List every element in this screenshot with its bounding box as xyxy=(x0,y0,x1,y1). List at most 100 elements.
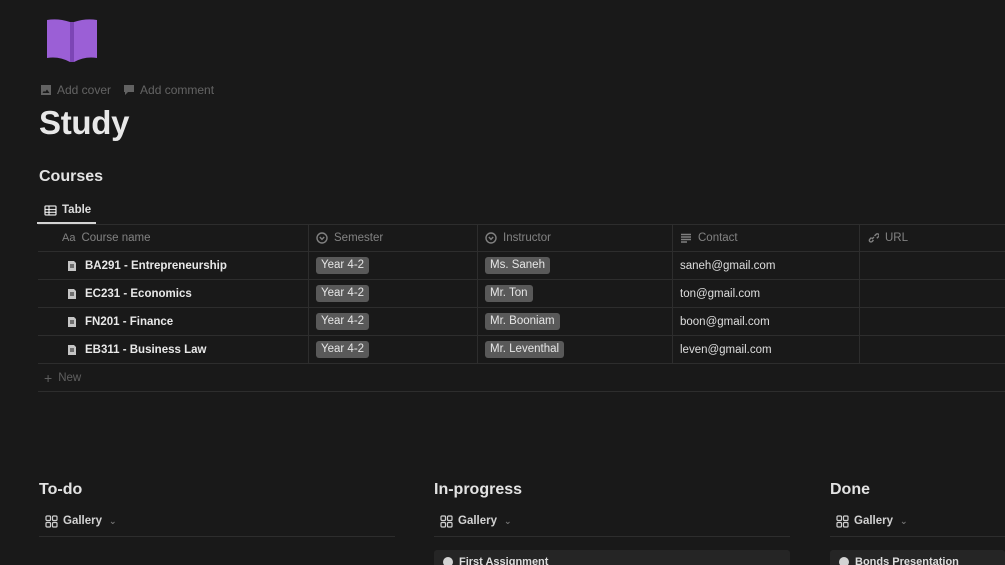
comment-icon xyxy=(124,85,135,95)
course-name-cell[interactable]: BA291 - Entrepreneurship xyxy=(38,252,309,279)
card-title: First Assignment xyxy=(459,556,549,565)
board-title[interactable]: To-do xyxy=(39,481,395,501)
table-header-row: Aa Course name Semester Instructor Conta… xyxy=(38,224,1005,252)
board-title[interactable]: In-progress xyxy=(434,481,790,501)
course-name-cell[interactable]: FN201 - Finance xyxy=(38,308,309,335)
text-lines-icon xyxy=(681,233,691,243)
semester-tag: Year 4-2 xyxy=(316,313,370,330)
semester-cell[interactable]: Year 4-2 xyxy=(309,308,478,335)
table-row[interactable]: EB311 - Business Law Year 4-2 Mr. Levent… xyxy=(38,336,1005,364)
divider xyxy=(434,536,790,537)
courses-table: Aa Course name Semester Instructor Conta… xyxy=(38,224,1005,392)
url-cell[interactable] xyxy=(860,252,1005,279)
instructor-tag: Mr. Booniam xyxy=(485,313,560,330)
course-name: EC231 - Economics xyxy=(85,287,192,300)
new-row[interactable]: + New xyxy=(38,364,1005,392)
instructor-cell[interactable]: Mr. Booniam xyxy=(478,308,673,335)
add-cover-button[interactable]: Add cover xyxy=(40,82,111,98)
status-icon xyxy=(443,557,453,565)
card-title: Bonds Presentation xyxy=(855,556,959,565)
table-icon xyxy=(44,204,57,216)
semester-tag: Year 4-2 xyxy=(316,341,370,358)
add-comment-button[interactable]: Add comment xyxy=(123,82,214,98)
divider xyxy=(830,536,1005,537)
gallery-icon xyxy=(836,514,849,528)
column-header-url[interactable]: URL xyxy=(860,225,1005,251)
gallery-icon xyxy=(440,514,453,528)
book-icon[interactable] xyxy=(44,18,100,64)
gallery-card[interactable]: Bonds Presentation xyxy=(830,550,1005,565)
divider xyxy=(39,536,395,537)
tab-table-view[interactable]: Table xyxy=(39,198,96,222)
document-icon xyxy=(68,344,76,355)
new-row-button[interactable]: + New xyxy=(38,364,81,391)
course-name-cell[interactable]: EB311 - Business Law xyxy=(38,336,309,363)
document-icon xyxy=(68,288,76,299)
board-title[interactable]: Done xyxy=(830,481,1005,501)
new-row-label: New xyxy=(58,371,82,384)
page-actions: Add cover Add comment xyxy=(40,82,214,98)
column-header-label: Course name xyxy=(81,232,151,244)
column-header-label: Semester xyxy=(334,232,384,244)
text-property-icon: Aa xyxy=(62,232,76,244)
chevron-down-icon: ⌄ xyxy=(109,515,117,526)
status-icon xyxy=(839,557,849,565)
link-icon xyxy=(868,233,879,243)
document-icon xyxy=(68,316,76,327)
semester-cell[interactable]: Year 4-2 xyxy=(309,252,478,279)
tab-table-label: Table xyxy=(62,204,92,216)
instructor-tag: Ms. Saneh xyxy=(485,257,550,274)
semester-tag: Year 4-2 xyxy=(316,285,370,302)
page: Add cover Add comment Study Courses Tabl… xyxy=(0,0,1005,565)
plus-icon: + xyxy=(44,369,53,386)
column-header-label: Instructor xyxy=(503,232,551,244)
url-cell[interactable] xyxy=(860,336,1005,363)
gallery-card[interactable]: First Assignment xyxy=(434,550,790,565)
board-todo: To-do Gallery ⌄ xyxy=(39,481,395,537)
semester-cell[interactable]: Year 4-2 xyxy=(309,336,478,363)
gallery-view-label: Gallery xyxy=(63,515,102,527)
instructor-tag: Mr. Leventhal xyxy=(485,341,565,358)
url-cell[interactable] xyxy=(860,280,1005,307)
column-header-contact[interactable]: Contact xyxy=(673,225,860,251)
instructor-cell[interactable]: Ms. Saneh xyxy=(478,252,673,279)
table-row[interactable]: EC231 - Economics Year 4-2 Mr. Ton ton@g… xyxy=(38,280,1005,308)
board-done: Done Gallery ⌄ Bonds Presentation xyxy=(830,481,1005,565)
gallery-view-tab[interactable]: Gallery ⌄ xyxy=(39,513,395,529)
gallery-view-label: Gallery xyxy=(458,515,497,527)
course-name: EB311 - Business Law xyxy=(85,343,207,356)
contact-cell[interactable]: saneh@gmail.com xyxy=(673,252,860,279)
gallery-view-tab[interactable]: Gallery ⌄ xyxy=(830,513,1005,529)
column-header-course-name[interactable]: Aa Course name xyxy=(38,225,309,251)
column-header-label: URL xyxy=(885,232,909,244)
semester-cell[interactable]: Year 4-2 xyxy=(309,280,478,307)
courses-database-title[interactable]: Courses xyxy=(39,168,103,186)
gallery-view-tab[interactable]: Gallery ⌄ xyxy=(434,513,790,529)
gallery-view-label: Gallery xyxy=(854,515,893,527)
table-row[interactable]: BA291 - Entrepreneurship Year 4-2 Ms. Sa… xyxy=(38,252,1005,280)
select-property-icon xyxy=(485,232,497,244)
board-in-progress: In-progress Gallery ⌄ First Assignment xyxy=(434,481,790,565)
url-cell[interactable] xyxy=(860,308,1005,335)
add-cover-label: Add cover xyxy=(57,83,112,97)
contact-cell[interactable]: ton@gmail.com xyxy=(673,280,860,307)
gallery-icon xyxy=(45,514,58,528)
select-property-icon xyxy=(316,232,328,244)
instructor-cell[interactable]: Mr. Ton xyxy=(478,280,673,307)
course-name: BA291 - Entrepreneurship xyxy=(85,259,227,272)
column-header-label: Contact xyxy=(698,232,738,244)
column-header-instructor[interactable]: Instructor xyxy=(478,225,673,251)
instructor-tag: Mr. Ton xyxy=(485,285,533,302)
course-name-cell[interactable]: EC231 - Economics xyxy=(38,280,309,307)
table-row[interactable]: FN201 - Finance Year 4-2 Mr. Booniam boo… xyxy=(38,308,1005,336)
document-icon xyxy=(68,260,76,271)
contact-cell[interactable]: leven@gmail.com xyxy=(673,336,860,363)
image-icon xyxy=(41,85,51,95)
chevron-down-icon: ⌄ xyxy=(900,515,908,526)
chevron-down-icon: ⌄ xyxy=(504,515,512,526)
column-header-semester[interactable]: Semester xyxy=(309,225,478,251)
add-comment-label: Add comment xyxy=(140,83,215,97)
page-title[interactable]: Study xyxy=(39,104,129,142)
contact-cell[interactable]: boon@gmail.com xyxy=(673,308,860,335)
instructor-cell[interactable]: Mr. Leventhal xyxy=(478,336,673,363)
